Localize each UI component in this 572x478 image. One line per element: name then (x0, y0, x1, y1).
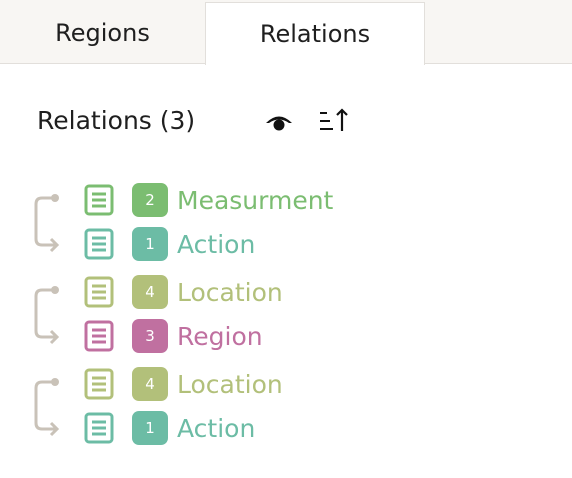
entity-badge: 1 (132, 411, 168, 445)
relation-entity-to[interactable]: 1 Action (84, 411, 255, 445)
entity-badge: 4 (132, 275, 168, 309)
entity-label: Region (177, 321, 263, 351)
entity-label: Location (177, 277, 283, 307)
relation-entity-to[interactable]: 3 Region (84, 319, 263, 353)
relations-title: Relations (3) (37, 105, 196, 135)
relation-row: 4 Location 3 Region (0, 275, 572, 363)
document-icon (84, 184, 114, 216)
tab-bar: Regions Relations (0, 0, 572, 65)
document-icon (84, 320, 114, 352)
document-icon (84, 276, 114, 308)
eye-icon[interactable] (264, 108, 294, 134)
entity-badge: 1 (132, 227, 168, 261)
sort-ascending-icon[interactable] (318, 106, 352, 136)
entity-badge: 3 (132, 319, 168, 353)
relation-row: 2 Measurment 1 Action (0, 183, 572, 271)
entity-badge: 4 (132, 367, 168, 401)
document-icon (84, 412, 114, 444)
relation-connector-icon (34, 286, 60, 345)
tab-relations[interactable]: Relations (205, 2, 425, 65)
document-icon (84, 368, 114, 400)
entity-label: Action (177, 413, 256, 443)
relation-entity-to[interactable]: 1 Action (84, 227, 255, 261)
relation-entity-from[interactable]: 4 Location (84, 275, 283, 309)
tab-regions[interactable]: Regions (0, 0, 205, 65)
entity-label: Action (177, 229, 256, 259)
entity-label: Measurment (177, 185, 334, 215)
entity-badge: 2 (132, 183, 168, 217)
relation-entity-from[interactable]: 4 Location (84, 367, 283, 401)
relation-row: 4 Location 1 Action (0, 367, 572, 455)
relation-connector-icon (34, 378, 60, 437)
relation-entity-from[interactable]: 2 Measurment (84, 183, 333, 217)
entity-label: Location (177, 369, 283, 399)
relation-connector-icon (34, 194, 60, 253)
document-icon (84, 228, 114, 260)
